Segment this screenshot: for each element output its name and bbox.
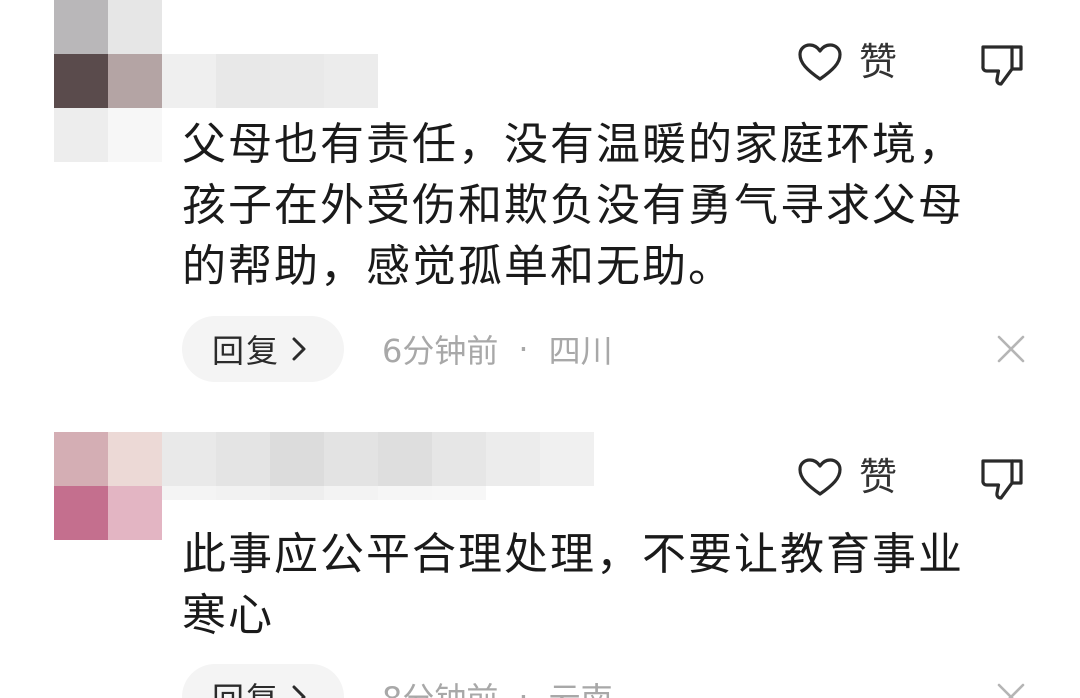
avatar[interactable]	[54, 432, 162, 540]
like-label: 赞	[859, 455, 898, 499]
heart-outline-icon	[798, 458, 842, 496]
username-blurred[interactable]	[162, 432, 594, 486]
comment-time: 8分钟前	[382, 674, 498, 698]
username-blurred-lower	[162, 486, 486, 500]
reply-label: 回复	[212, 674, 280, 698]
comment-text-line: 寒心	[182, 590, 274, 641]
comment-text-line: 此事应公平合理处理，不要让教育事业	[182, 529, 964, 580]
comment-item: 赞 此事应公平合理处理，不要让教育事业 寒心 回复 8分钟前 · 云南	[0, 0, 1080, 698]
chevron-right-icon	[292, 685, 306, 698]
comment-location: 云南	[549, 674, 613, 698]
reply-button[interactable]: 回复	[182, 664, 345, 698]
comment-text: 此事应公平合理处理，不要让教育事业 寒心	[182, 524, 1022, 646]
comment-meta: 回复 8分钟前 · 云南	[182, 664, 613, 698]
like-button[interactable]: 赞	[797, 457, 897, 497]
thumbs-down-outline-icon[interactable]	[979, 456, 1025, 502]
close-icon[interactable]	[996, 682, 1026, 698]
meta-separator: ·	[518, 678, 529, 698]
comment-list: 赞 父母也有责任，没有温暖的家庭环境， 孩子在外受伤和欺负没有勇气寻求父母 的帮…	[0, 0, 1080, 698]
comment-meta-text: 8分钟前 · 云南	[382, 674, 613, 698]
